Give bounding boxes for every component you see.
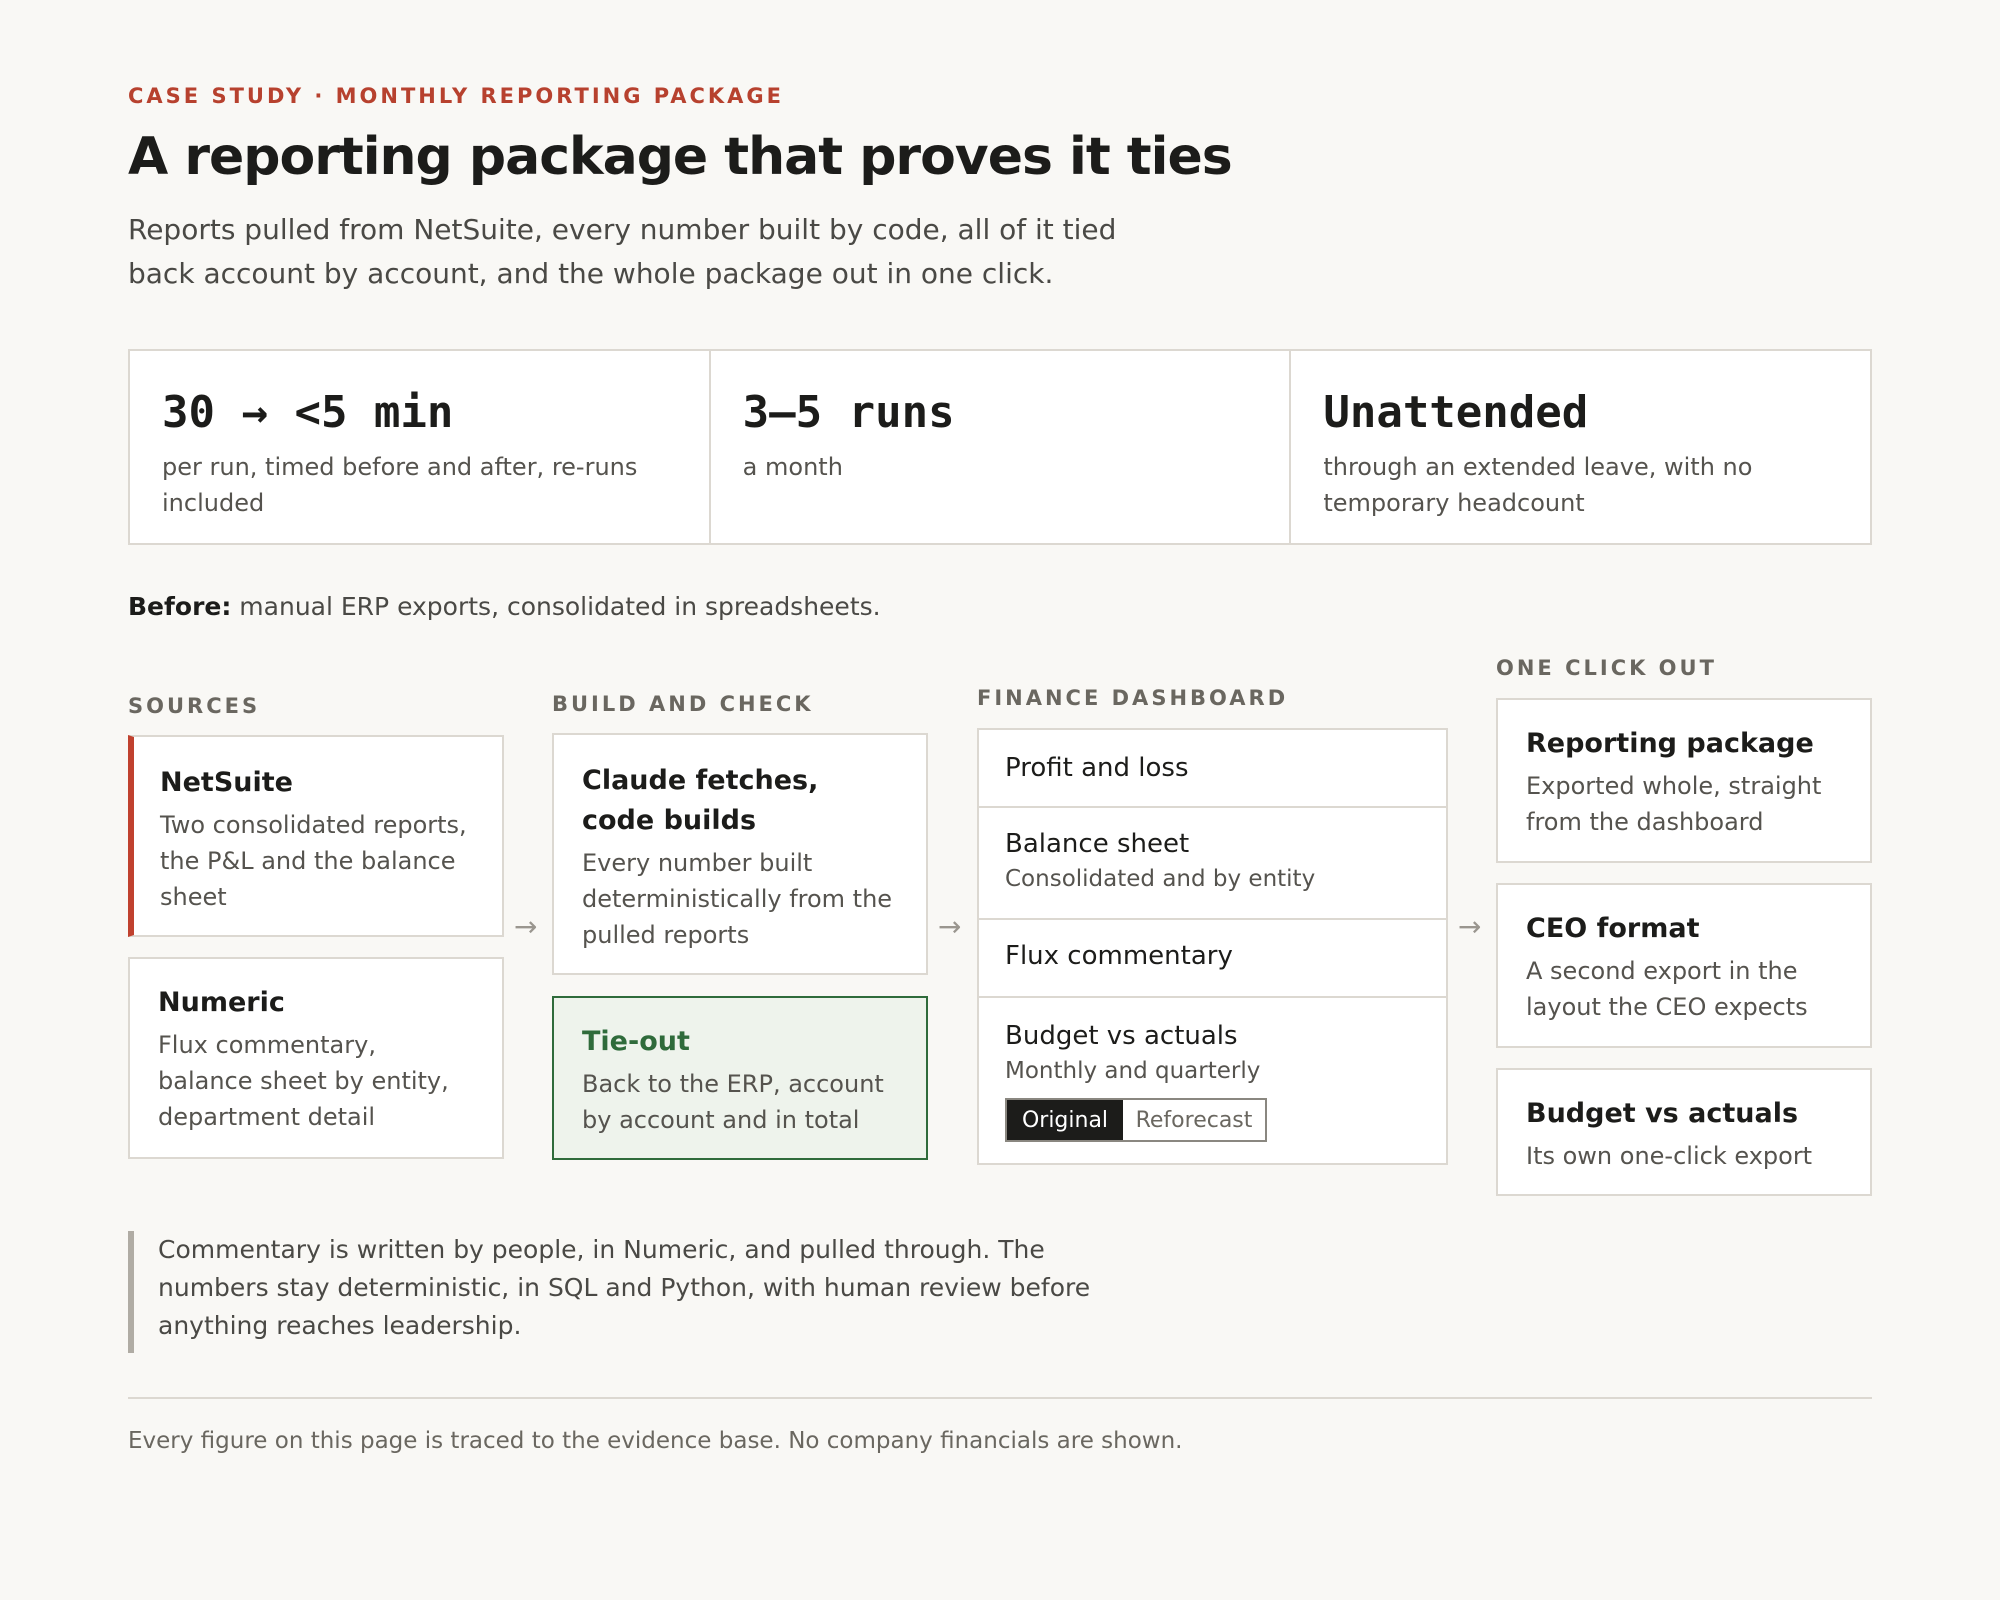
divider xyxy=(128,1397,1872,1399)
stat-label: a month xyxy=(742,453,843,481)
output-card-budget-vs-actuals[interactable]: Budget vs actuals Its own one-click expo… xyxy=(1496,1068,1872,1196)
row-label: Flux commentary xyxy=(1005,941,1233,971)
card-body: A second export in the layout the CEO ex… xyxy=(1526,957,1808,1021)
build-heading: BUILD AND CHECK xyxy=(552,692,814,716)
card-title: CEO format xyxy=(1526,913,1700,944)
page-subtitle: Reports pulled from NetSuite, every numb… xyxy=(128,213,1117,290)
row-label: Budget vs actuals xyxy=(1005,1021,1238,1051)
stat-runs: 3–5 runs a month xyxy=(711,351,1292,543)
stat-label: through an extended leave, with no tempo… xyxy=(1323,453,1753,517)
stat-value: 3–5 runs xyxy=(742,387,955,438)
footnote: Every figure on this page is traced to t… xyxy=(128,1428,1183,1454)
stat-unattended: Unattended through an extended leave, wi… xyxy=(1291,351,1870,543)
before-note: Before: manual ERP exports, consolidated… xyxy=(128,592,881,621)
source-card-numeric: Numeric Flux commentary, balance sheet b… xyxy=(128,957,504,1159)
row-sub: Monthly and quarterly xyxy=(1005,1058,1261,1084)
row-label: Balance sheet xyxy=(1005,829,1190,859)
card-body: Exported whole, straight from the dashbo… xyxy=(1526,772,1822,836)
page-title: A reporting package that proves it ties xyxy=(128,127,1233,187)
dashboard-row-bva[interactable]: Budget vs actuals Monthly and quarterly … xyxy=(979,998,1446,1163)
card-title: Budget vs actuals xyxy=(1526,1098,1799,1129)
finance-dashboard: Profit and loss Balance sheet Consolidat… xyxy=(977,728,1448,1165)
build-card-claude: Claude fetches, code builds Every number… xyxy=(552,733,928,975)
outputs-heading: ONE CLICK OUT xyxy=(1496,656,1717,680)
card-body: Flux commentary, balance sheet by entity… xyxy=(158,1031,449,1131)
stat-time: 30 → <5 min per run, timed before and af… xyxy=(130,351,711,543)
card-title: NetSuite xyxy=(160,767,293,798)
arrow-icon: → xyxy=(514,910,538,943)
dashboard-row-flux[interactable]: Flux commentary xyxy=(979,920,1446,998)
dashboard-row-pnl[interactable]: Profit and loss xyxy=(979,730,1446,808)
card-body: Its own one-click export xyxy=(1526,1142,1813,1170)
stat-value: 30 → <5 min xyxy=(162,387,454,438)
stat-label: per run, timed before and after, re-runs… xyxy=(162,453,638,517)
card-body: Two consolidated reports, the P&L and th… xyxy=(160,811,467,911)
dashboard-row-balance-sheet[interactable]: Balance sheet Consolidated and by entity xyxy=(979,808,1446,920)
before-text: manual ERP exports, consolidated in spre… xyxy=(231,592,881,621)
before-lead: Before: xyxy=(128,592,232,621)
output-card-reporting-package[interactable]: Reporting package Exported whole, straig… xyxy=(1496,698,1872,863)
row-sub: Consolidated and by entity xyxy=(1005,866,1316,892)
card-body: Back to the ERP, account by account and … xyxy=(582,1070,884,1134)
eyebrow: CASE STUDY · MONTHLY REPORTING PACKAGE xyxy=(128,84,784,108)
stats-panel: 30 → <5 min per run, timed before and af… xyxy=(128,349,1872,545)
build-card-tieout: Tie-out Back to the ERP, account by acco… xyxy=(552,996,928,1160)
source-card-netsuite: NetSuite Two consolidated reports, the P… xyxy=(128,735,504,937)
arrow-icon: → xyxy=(938,910,962,943)
page: CASE STUDY · MONTHLY REPORTING PACKAGE A… xyxy=(0,0,2000,1600)
card-body: Every number built deterministically fro… xyxy=(582,849,893,949)
card-title: Numeric xyxy=(158,987,285,1018)
card-title: Tie-out xyxy=(582,1026,690,1057)
dashboard-heading: FINANCE DASHBOARD xyxy=(977,686,1289,710)
card-title: Reporting package xyxy=(1526,728,1814,759)
row-label: Profit and loss xyxy=(1005,753,1189,783)
stat-value: Unattended xyxy=(1323,387,1589,438)
toggle-reforecast[interactable]: Reforecast xyxy=(1123,1100,1265,1140)
commentary-quote: Commentary is written by people, in Nume… xyxy=(128,1231,1128,1353)
output-card-ceo-format[interactable]: CEO format A second export in the layout… xyxy=(1496,883,1872,1048)
toggle-original[interactable]: Original xyxy=(1007,1100,1123,1140)
card-title: Claude fetches, code builds xyxy=(582,765,819,836)
forecast-toggle: Original Reforecast xyxy=(1005,1098,1267,1142)
arrow-icon: → xyxy=(1458,910,1482,943)
sources-heading: SOURCES xyxy=(128,694,261,718)
